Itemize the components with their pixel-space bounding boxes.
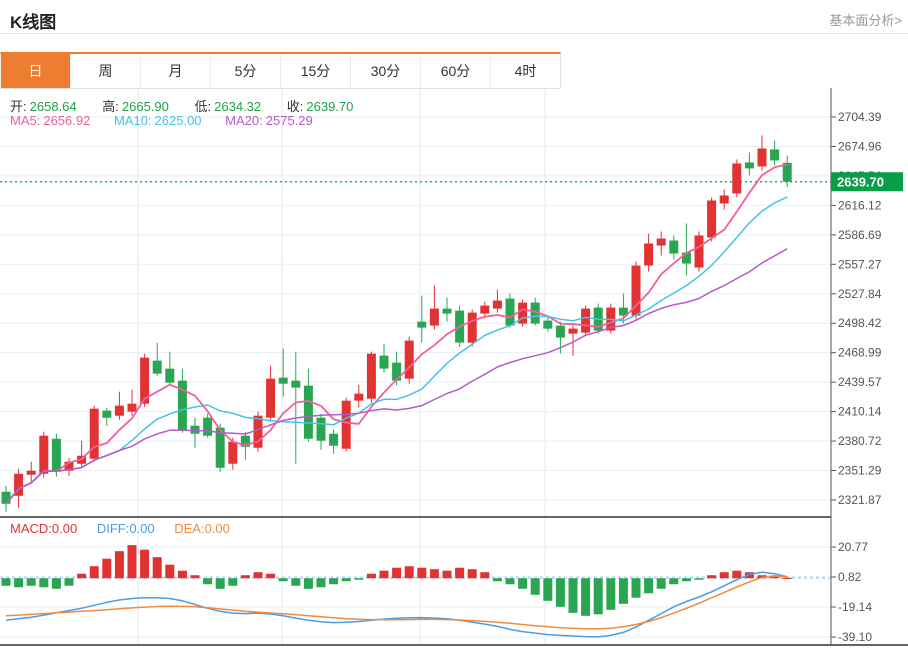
ma10-value: 2625.00 — [155, 113, 202, 128]
fundamental-analysis-link[interactable]: 基本面分析> — [829, 10, 902, 29]
tab-day[interactable]: 日 — [1, 54, 71, 88]
ma20-label: MA20: — [225, 113, 263, 128]
svg-text:20.77: 20.77 — [838, 540, 868, 554]
macd-value: MACD:0.00 — [10, 521, 77, 536]
svg-text:2527.84: 2527.84 — [838, 287, 882, 301]
low-label: 低: — [195, 99, 212, 114]
svg-text:2557.27: 2557.27 — [838, 257, 882, 271]
macd-info: MACD:0.00 DIFF:0.00 DEA:0.00 — [10, 521, 246, 536]
svg-text:-19.14: -19.14 — [838, 600, 872, 614]
svg-text:2616.12: 2616.12 — [838, 198, 882, 212]
close-value: 2639.70 — [306, 99, 353, 114]
high-value: 2665.90 — [122, 99, 169, 114]
svg-text:2321.87: 2321.87 — [838, 493, 882, 507]
ma20-value: 2575.29 — [266, 113, 313, 128]
open-label: 开: — [10, 99, 27, 114]
diff-value: DIFF:0.00 — [97, 521, 155, 536]
svg-text:-39.10: -39.10 — [838, 630, 872, 644]
tab-30min[interactable]: 30分 — [351, 54, 421, 88]
high-label: 高: — [102, 99, 119, 114]
tab-4hour[interactable]: 4时 — [491, 54, 560, 88]
tab-month[interactable]: 月 — [141, 54, 211, 88]
kline-chart[interactable]: 2704.392674.962645.542616.122586.692557.… — [0, 88, 908, 651]
svg-text:2410.14: 2410.14 — [838, 405, 882, 419]
svg-text:2674.96: 2674.96 — [838, 139, 882, 153]
tab-15min[interactable]: 15分 — [281, 54, 351, 88]
svg-text:2380.72: 2380.72 — [838, 434, 882, 448]
kline-page: K线图 基本面分析> 日 周 月 5分 15分 30分 60分 4时 2704.… — [0, 0, 908, 651]
svg-text:0.82: 0.82 — [838, 570, 862, 584]
low-value: 2634.32 — [214, 99, 261, 114]
ma-info: MA5:2656.92 MA10:2625.00 MA20:2575.29 — [10, 113, 333, 128]
ma5-value: 2656.92 — [43, 113, 90, 128]
svg-text:2468.99: 2468.99 — [838, 346, 882, 360]
ma10-label: MA10: — [114, 113, 152, 128]
tab-week[interactable]: 周 — [71, 54, 141, 88]
svg-text:2498.42: 2498.42 — [838, 316, 882, 330]
page-title: K线图 — [10, 8, 56, 33]
svg-text:2639.70: 2639.70 — [837, 174, 884, 189]
open-value: 2658.64 — [30, 99, 77, 114]
header-bar: K线图 基本面分析> — [0, 0, 908, 34]
dea-value: DEA:0.00 — [174, 521, 230, 536]
ma5-label: MA5: — [10, 113, 40, 128]
close-label: 收: — [287, 99, 304, 114]
svg-text:2351.29: 2351.29 — [838, 464, 882, 478]
svg-text:2586.69: 2586.69 — [838, 228, 882, 242]
tab-5min[interactable]: 5分 — [211, 54, 281, 88]
period-tabs: 日 周 月 5分 15分 30分 60分 4时 — [0, 52, 561, 89]
tab-60min[interactable]: 60分 — [421, 54, 491, 88]
svg-text:2704.39: 2704.39 — [838, 110, 882, 124]
svg-text:2439.57: 2439.57 — [838, 375, 882, 389]
